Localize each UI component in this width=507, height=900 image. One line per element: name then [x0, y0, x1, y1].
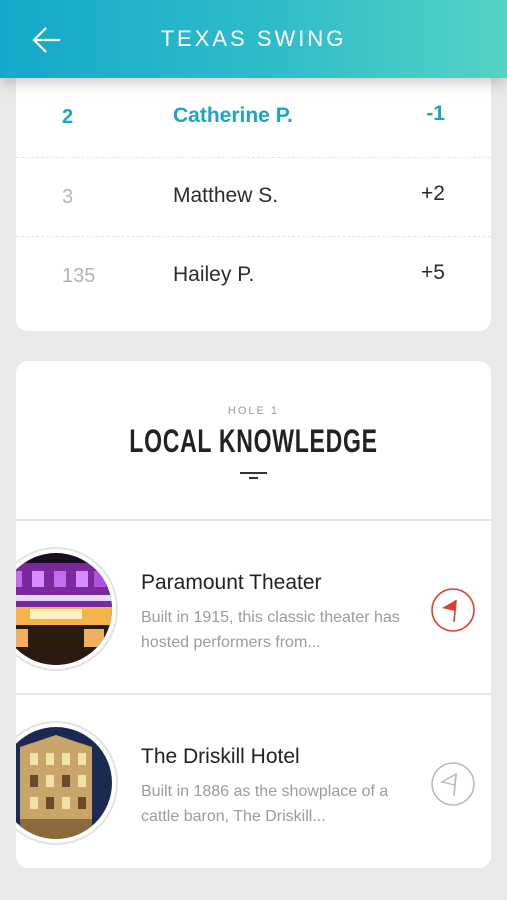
section-title: LOCAL KNOWLEDGE [129, 423, 378, 459]
leaderboard-row[interactable]: 135 Hailey P. +5 [16, 236, 491, 315]
flag-icon [431, 588, 475, 632]
player-name: Catherine P. [173, 104, 293, 127]
player-name: Matthew S. [173, 184, 279, 207]
place-name: The Driskill Hotel [141, 745, 300, 768]
place-item-paramount-theater[interactable]: Paramount Theater Built in 1915, this cl… [16, 521, 491, 693]
hotel-photo-image [16, 727, 112, 839]
flag-outline-icon [431, 762, 475, 806]
leaderboard-row[interactable]: 3 Matthew S. +2 [16, 157, 491, 236]
rank: 2 [62, 106, 74, 128]
place-item-driskill-hotel[interactable]: The Driskill Hotel Built in 1886 as the … [16, 695, 491, 867]
hole-label: HOLE 1 [227, 405, 280, 417]
place-photo [16, 547, 118, 671]
section-header: HOLE 1 LOCAL KNOWLEDGE [16, 361, 491, 519]
score: -1 [426, 102, 445, 125]
top-bar: TEXAS SWING [0, 0, 507, 78]
place-description: Built in 1915, this classic theater has … [141, 609, 400, 651]
place-description: Built in 1886 as the showplace of a catt… [141, 783, 389, 825]
leaderboard-row-current-user[interactable]: 2 Catherine P. -1 [16, 78, 491, 156]
theater-photo-image [16, 553, 112, 665]
flag-button[interactable] [430, 761, 476, 807]
title-underline [240, 472, 267, 474]
place-photo [16, 721, 118, 845]
place-name: Paramount Theater [141, 571, 322, 594]
player-name: Hailey P. [173, 263, 255, 286]
page-title: TEXAS SWING [160, 26, 347, 51]
rank: 3 [62, 186, 74, 208]
local-knowledge-card: HOLE 1 LOCAL KNOWLEDGE Paramount Theater… [16, 361, 491, 868]
score: +2 [421, 182, 445, 205]
flag-button-active[interactable] [430, 587, 476, 633]
title-underline-short [249, 477, 258, 479]
score: +5 [421, 261, 445, 284]
leaderboard-card: 2 Catherine P. -1 3 Matthew S. +2 135 Ha… [16, 60, 491, 331]
rank: 135 [62, 265, 96, 287]
